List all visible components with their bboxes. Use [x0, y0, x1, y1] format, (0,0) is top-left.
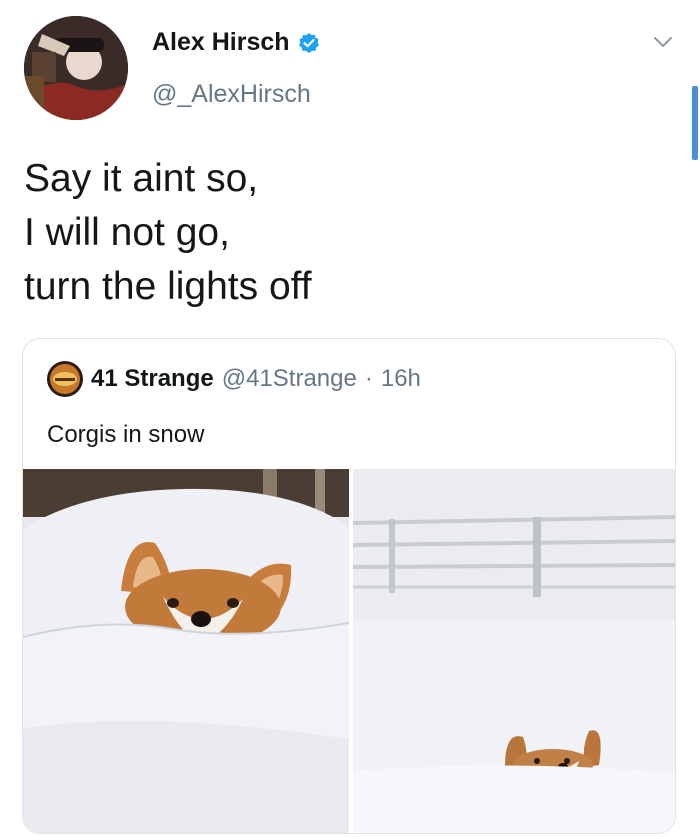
quoted-tweet-text: Corgis in snow	[47, 421, 205, 448]
tweet-text: Say it aint so, I will not go, turn the …	[24, 152, 664, 314]
scrollbar[interactable]	[692, 86, 698, 160]
chevron-down-icon[interactable]	[652, 34, 674, 50]
tweet-line: Say it aint so,	[24, 157, 259, 200]
quoted-timestamp[interactable]: 16h	[381, 365, 421, 393]
verified-badge-icon	[298, 32, 320, 54]
quoted-tweet[interactable]: 41 Strange @41Strange · 16h Corgis in sn…	[22, 338, 676, 834]
separator-dot: ·	[364, 365, 373, 392]
tweet-line: turn the lights off	[24, 265, 312, 308]
corgi-fence-photo[interactable]	[353, 469, 675, 833]
quoted-author-handle[interactable]: @41Strange	[222, 365, 357, 393]
tweet[interactable]: Alex Hirsch @_AlexHirsch Say it aint so,…	[0, 0, 700, 837]
quoted-media-grid	[23, 469, 675, 833]
author-avatar[interactable]	[24, 16, 128, 120]
author-name[interactable]: Alex Hirsch	[152, 28, 290, 57]
quoted-author-avatar	[47, 361, 83, 397]
quoted-author-name[interactable]: 41 Strange	[91, 365, 214, 393]
tweet-line: I will not go,	[24, 211, 230, 254]
author-handle[interactable]: @_AlexHirsch	[152, 80, 311, 109]
corgi-close-photo[interactable]	[23, 469, 349, 833]
